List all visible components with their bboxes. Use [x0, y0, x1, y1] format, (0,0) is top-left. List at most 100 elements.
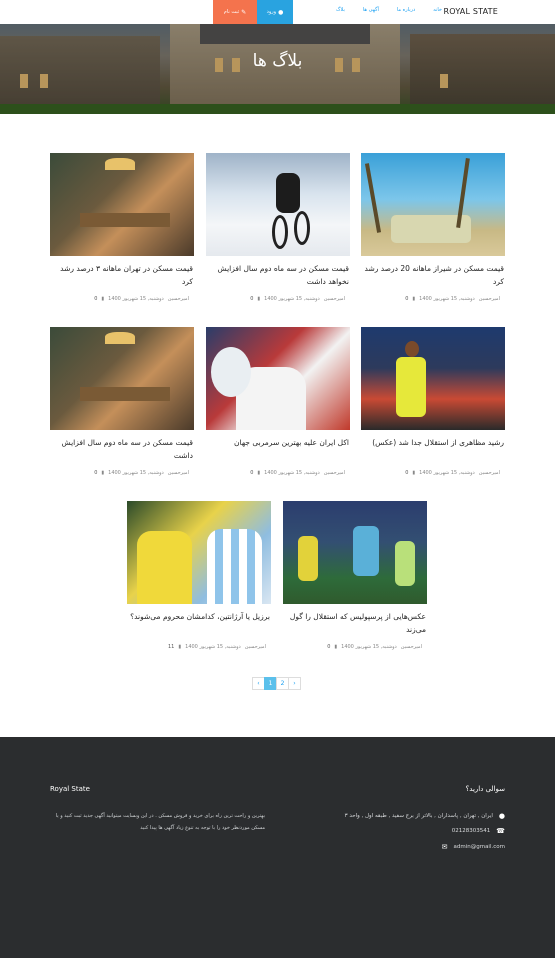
footer-phone[interactable]: 02128303541: [452, 828, 491, 834]
footer-email[interactable]: admin@gmail.com: [453, 844, 505, 850]
post-image[interactable]: [206, 327, 350, 430]
post-date: دوشنبه, 15 شهریور 1400: [419, 470, 475, 476]
player-shape: [207, 529, 262, 604]
post-date: دوشنبه, 15 شهریور 1400: [185, 644, 241, 650]
post-date: دوشنبه, 15 شهریور 1400: [264, 470, 320, 476]
phone-icon: ☎: [496, 827, 505, 835]
cyclist-shape: [276, 173, 300, 213]
post-comment-count: 11: [168, 644, 175, 650]
nav-link-home[interactable]: خانه: [433, 7, 442, 13]
post-comment-count: 0: [250, 296, 254, 302]
comment-icon: ▮: [101, 296, 105, 302]
envelope-icon: ✉: [441, 843, 448, 851]
blog-card[interactable]: عکس‌هایی از پرسپولیس که استقلال را گول م…: [283, 501, 427, 650]
player-shape: [298, 536, 318, 581]
post-date: دوشنبه, 15 شهریور 1400: [419, 296, 475, 302]
palm-trunk: [364, 163, 382, 233]
login-label: ورود: [266, 9, 277, 15]
footer-brand: Royal State: [50, 785, 90, 793]
register-label: ثبت نام: [223, 9, 240, 15]
post-author: امیرحسین: [323, 296, 345, 302]
footer-question-heading: سوالی دارید؟: [465, 785, 505, 793]
footer-email-row: admin@gmail.com ✉: [442, 843, 505, 851]
player-shape: [396, 357, 426, 417]
post-title[interactable]: رشید مظاهری از استقلال جدا شد (عکس): [361, 436, 505, 449]
blog-card[interactable]: قیمت مسکن در سه ماه دوم سال افزایش داشت …: [50, 327, 194, 476]
post-meta: امیرحسین دوشنبه, 15 شهریور 1400 ▮ 0: [361, 296, 500, 302]
post-date: دوشنبه, 15 شهریور 1400: [264, 296, 320, 302]
brand-logo[interactable]: ROYAL STATE: [444, 7, 499, 16]
top-navbar: ROYAL STATE خانه درباره ما آگهی ها بلاگ …: [0, 0, 555, 24]
post-comment-count: 0: [94, 470, 98, 476]
login-button[interactable]: ورود ●: [257, 0, 293, 24]
post-title[interactable]: قیمت مسکن در تهران ماهانه ۳ درصد رشد کرد: [50, 262, 194, 288]
post-title[interactable]: قیمت مسکن در سه ماه دوم سال افزایش داشت: [50, 436, 194, 462]
user-icon: ●: [278, 8, 284, 16]
post-title[interactable]: عکس‌هایی از پرسپولیس که استقلال را گول م…: [283, 610, 427, 636]
map-marker-icon: ●: [498, 812, 505, 820]
footer-address-row: ● ایران , تهران , پاسداران , بالاتر از ب…: [345, 812, 505, 820]
towel-shape: [211, 347, 251, 397]
post-title[interactable]: برزیل یا آرژانتین، کدامشان محروم می‌شوند…: [127, 610, 271, 623]
pagination: ‹ 1 2 ›: [252, 677, 301, 690]
register-button[interactable]: ثبت نام ✎: [213, 0, 257, 24]
comment-icon: ▮: [178, 644, 182, 650]
post-meta: امیرحسین دوشنبه, 15 شهریور 1400 ▮ 11: [127, 644, 266, 650]
post-title[interactable]: قیمت مسکن در سه ماه دوم سال افزایش نخواه…: [206, 262, 350, 288]
post-image[interactable]: [361, 327, 505, 430]
player-head: [405, 341, 419, 357]
hero-banner: بلاگ ها: [0, 24, 555, 114]
post-author: امیرحسین: [400, 644, 422, 650]
nav-link-ads[interactable]: آگهی ها: [363, 7, 379, 13]
post-comment-count: 0: [405, 296, 409, 302]
post-image[interactable]: [127, 501, 271, 604]
post-author: امیرحسین: [167, 296, 189, 302]
post-author: امیرحسین: [244, 644, 266, 650]
blog-card[interactable]: رشید مظاهری از استقلال جدا شد (عکس) امیر…: [361, 327, 505, 476]
pencil-icon: ✎: [241, 8, 247, 16]
comment-icon: ▮: [101, 470, 105, 476]
post-meta: امیرحسین دوشنبه, 15 شهریور 1400 ▮ 0: [361, 470, 500, 476]
post-title[interactable]: قیمت مسکن در شیراز ماهانه 20 درصد رشد کر…: [361, 262, 505, 288]
nav-link-blog[interactable]: بلاگ: [336, 7, 345, 13]
post-date: دوشنبه, 15 شهریور 1400: [341, 644, 397, 650]
post-author: امیرحسین: [323, 470, 345, 476]
blog-card[interactable]: قیمت مسکن در شیراز ماهانه 20 درصد رشد کر…: [361, 153, 505, 302]
post-meta: امیرحسین دوشنبه, 15 شهریور 1400 ▮ 0: [50, 470, 189, 476]
nav-links: خانه درباره ما آگهی ها بلاگ: [318, 7, 442, 13]
post-image[interactable]: [283, 501, 427, 604]
pagination-next[interactable]: ›: [288, 677, 301, 690]
post-author: امیرحسین: [478, 470, 500, 476]
page-title: بلاگ ها: [252, 51, 303, 71]
lamp-shape: [105, 332, 135, 344]
blog-card[interactable]: اکل ایران علیه بهترین سرمربی جهان امیرحس…: [206, 327, 350, 476]
comment-icon: ▮: [412, 296, 416, 302]
post-image[interactable]: [361, 153, 505, 256]
player-shape: [395, 541, 415, 586]
blog-card[interactable]: قیمت مسکن در تهران ماهانه ۳ درصد رشد کرد…: [50, 153, 194, 302]
blog-card[interactable]: برزیل یا آرژانتین، کدامشان محروم می‌شوند…: [127, 501, 271, 650]
wheel-shape: [294, 211, 310, 245]
post-title[interactable]: اکل ایران علیه بهترین سرمربی جهان: [206, 436, 350, 449]
post-image[interactable]: [50, 153, 194, 256]
footer-phone-row: ☎ 02128303541: [452, 827, 505, 835]
comment-icon: ▮: [412, 470, 416, 476]
post-comment-count: 0: [405, 470, 409, 476]
footer: Royal State بهترین و راحت ترین راه برای …: [0, 737, 555, 958]
post-meta: امیرحسین دوشنبه, 15 شهریور 1400 ▮ 0: [206, 296, 345, 302]
post-meta: امیرحسین دوشنبه, 15 شهریور 1400 ▮ 0: [283, 644, 422, 650]
lamp-shape: [105, 158, 135, 170]
post-author: امیرحسین: [167, 470, 189, 476]
comment-icon: ▮: [257, 296, 261, 302]
post-comment-count: 0: [250, 470, 254, 476]
nav-link-about[interactable]: درباره ما: [397, 7, 415, 13]
post-date: دوشنبه, 15 شهریور 1400: [108, 296, 164, 302]
post-image[interactable]: [50, 327, 194, 430]
post-image[interactable]: [206, 153, 350, 256]
footer-description: بهترین و راحت ترین راه برای خرید و فروش …: [55, 813, 265, 831]
footer-address: ایران , تهران , پاسداران , بالاتر از برج…: [344, 813, 493, 819]
post-comment-count: 0: [327, 644, 331, 650]
blog-card[interactable]: قیمت مسکن در سه ماه دوم سال افزایش نخواه…: [206, 153, 350, 302]
wheel-shape: [272, 215, 288, 249]
post-author: امیرحسین: [478, 296, 500, 302]
